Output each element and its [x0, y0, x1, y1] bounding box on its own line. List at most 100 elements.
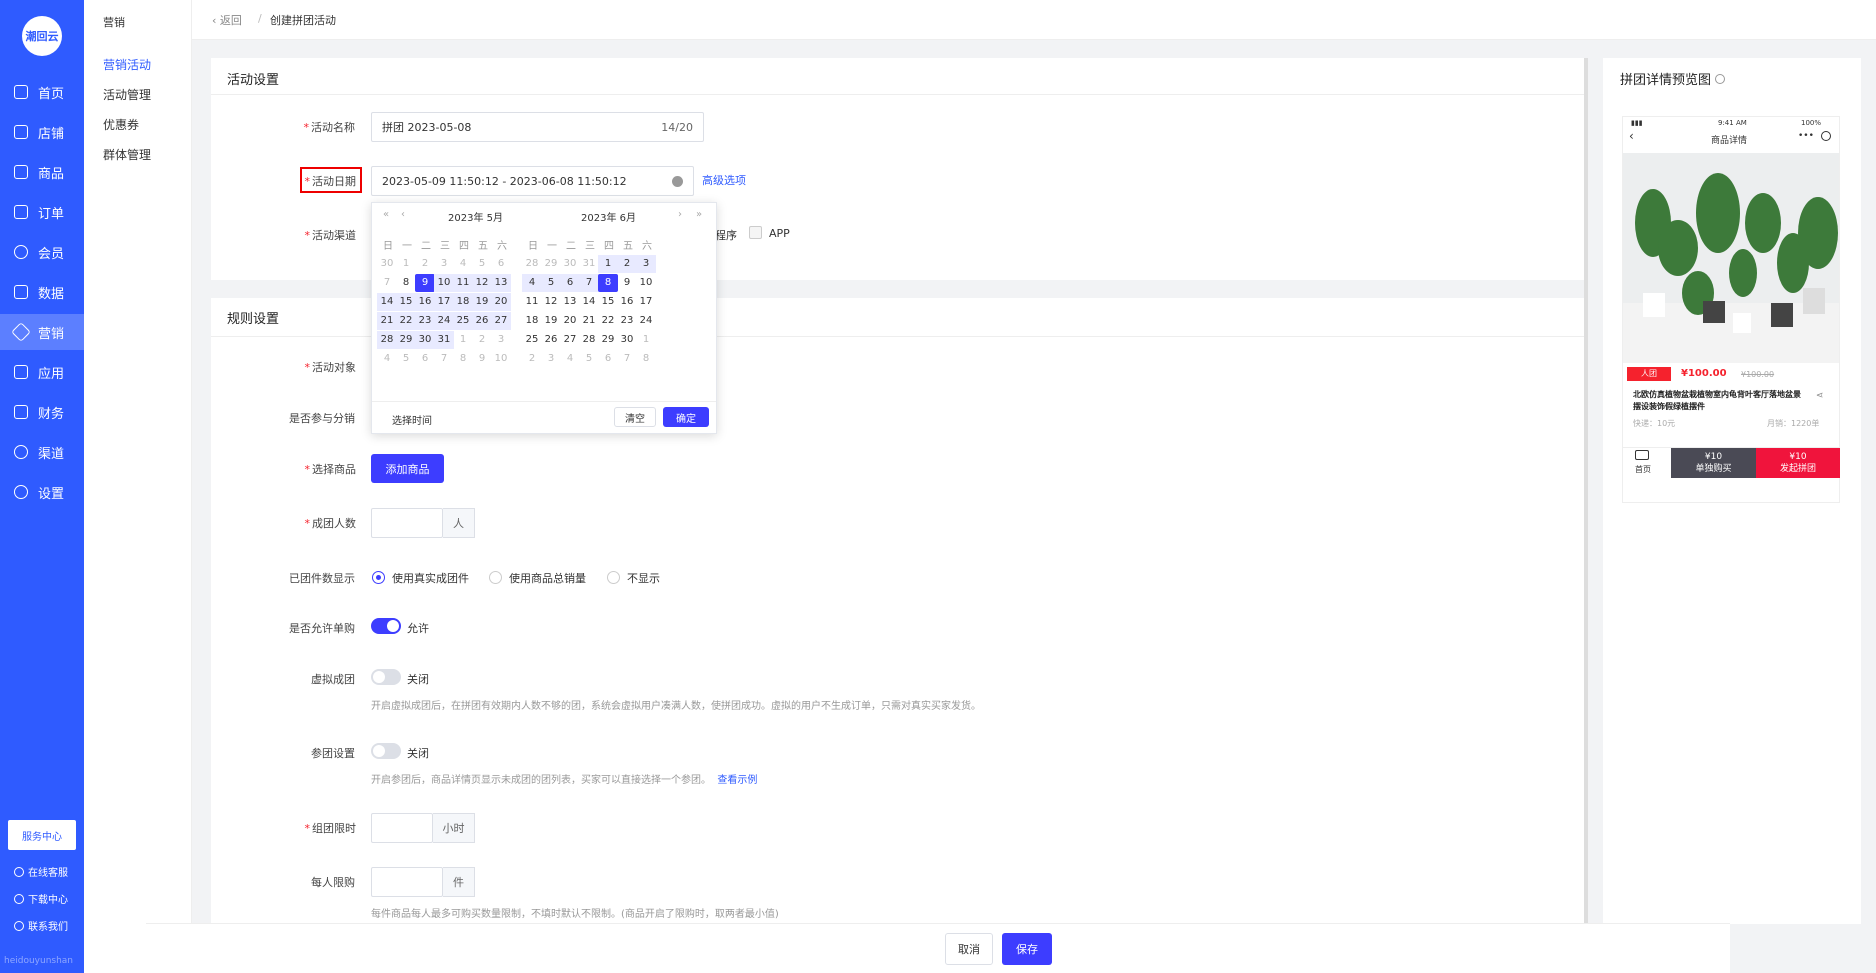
count-hide-radio[interactable] — [607, 571, 620, 584]
clear-icon[interactable] — [672, 175, 683, 187]
subnav-activity-management[interactable]: 活动管理 — [103, 86, 151, 103]
count-real-radio[interactable] — [372, 571, 385, 584]
calendar-day[interactable]: 20 — [560, 312, 580, 330]
calendar-day[interactable]: 10 — [491, 350, 511, 368]
calendar-day[interactable]: 7 — [617, 350, 637, 368]
calendar-day[interactable]: 4 — [377, 350, 397, 368]
calendar-day[interactable]: 5 — [541, 274, 561, 292]
calendar-day[interactable]: 23 — [617, 312, 637, 330]
calendar-day[interactable]: 7 — [579, 274, 599, 292]
calendar-day[interactable]: 3 — [491, 331, 511, 349]
prev-month-button[interactable]: ‹ — [401, 209, 405, 220]
calendar-day[interactable]: 8 — [396, 274, 416, 292]
calendar-day[interactable]: 3 — [541, 350, 561, 368]
calendar-day[interactable]: 20 — [491, 293, 511, 311]
save-button[interactable]: 保存 — [1002, 933, 1052, 965]
subnav-coupons[interactable]: 优惠券 — [103, 116, 139, 133]
calendar-day[interactable]: 25 — [522, 331, 542, 349]
calendar-day[interactable]: 5 — [396, 350, 416, 368]
nav-data[interactable]: 数据 — [0, 274, 84, 310]
back-link[interactable]: ‹ 返回 — [212, 12, 242, 28]
brand-logo[interactable]: 潮回云 — [22, 16, 62, 56]
calendar-day[interactable]: 8 — [598, 274, 618, 292]
calendar-day[interactable]: 22 — [396, 312, 416, 330]
calendar-day[interactable]: 14 — [579, 293, 599, 311]
calendar-day[interactable]: 5 — [472, 255, 492, 273]
calendar-day[interactable]: 2 — [617, 255, 637, 273]
calendar-day[interactable]: 29 — [396, 331, 416, 349]
time-limit-input[interactable] — [371, 813, 433, 843]
nav-store[interactable]: 店铺 — [0, 114, 84, 150]
calendar-day[interactable]: 21 — [579, 312, 599, 330]
calendar-day[interactable]: 6 — [491, 255, 511, 273]
home-label[interactable]: 首页 — [1635, 464, 1651, 475]
calendar-day[interactable]: 9 — [415, 274, 435, 292]
advanced-options-link[interactable]: 高级选项 — [702, 172, 746, 188]
next-month-button[interactable]: › — [678, 209, 682, 220]
calendar-day[interactable]: 17 — [636, 293, 656, 311]
nav-goods[interactable]: 商品 — [0, 154, 84, 190]
start-group-button[interactable]: ¥10 发起拼团 — [1756, 448, 1840, 478]
scrollbar[interactable] — [1584, 58, 1588, 924]
count-sales-radio[interactable] — [489, 571, 502, 584]
calendar-day[interactable]: 2 — [522, 350, 542, 368]
join-group-toggle[interactable] — [371, 743, 401, 759]
calendar-day[interactable]: 22 — [598, 312, 618, 330]
calendar-day[interactable]: 16 — [415, 293, 435, 311]
calendar-day[interactable]: 29 — [598, 331, 618, 349]
calendar-day[interactable]: 3 — [434, 255, 454, 273]
calendar-day[interactable]: 27 — [560, 331, 580, 349]
calendar-day[interactable]: 30 — [560, 255, 580, 273]
nav-finance[interactable]: 财务 — [0, 394, 84, 430]
calendar-day[interactable]: 10 — [434, 274, 454, 292]
calendar-day[interactable]: 21 — [377, 312, 397, 330]
subnav-group-management[interactable]: 群体管理 — [103, 146, 151, 163]
calendar-day[interactable]: 17 — [434, 293, 454, 311]
calendar-day[interactable]: 28 — [522, 255, 542, 273]
calendar-day[interactable]: 26 — [472, 312, 492, 330]
calendar-day[interactable]: 5 — [579, 350, 599, 368]
calendar-day[interactable]: 9 — [472, 350, 492, 368]
calendar-day[interactable]: 24 — [434, 312, 454, 330]
add-goods-button[interactable]: 添加商品 — [371, 454, 444, 483]
calendar-day[interactable]: 2 — [472, 331, 492, 349]
calendar-day[interactable]: 4 — [522, 274, 542, 292]
info-icon[interactable] — [1715, 74, 1726, 84]
group-size-input[interactable] — [371, 508, 443, 538]
calendar-day[interactable]: 2 — [415, 255, 435, 273]
calendar-day[interactable]: 16 — [617, 293, 637, 311]
view-example-link[interactable]: 查看示例 — [717, 775, 757, 786]
calendar-day[interactable]: 15 — [396, 293, 416, 311]
calendar-day[interactable]: 30 — [377, 255, 397, 273]
contact-us-link[interactable]: 联系我们 — [14, 918, 68, 933]
nav-home[interactable]: 首页 — [0, 74, 84, 110]
nav-apps[interactable]: 应用 — [0, 354, 84, 390]
calendar-day[interactable]: 6 — [560, 274, 580, 292]
share-icon[interactable]: ⋖ — [1816, 391, 1824, 401]
calendar-day[interactable]: 4 — [560, 350, 580, 368]
calendar-day[interactable]: 19 — [541, 312, 561, 330]
download-center-link[interactable]: 下载中心 — [14, 891, 68, 906]
subnav-marketing-activities[interactable]: 营销活动 — [103, 56, 151, 73]
calendar-day[interactable]: 7 — [377, 274, 397, 292]
calendar-day[interactable]: 12 — [472, 274, 492, 292]
nav-members[interactable]: 会员 — [0, 234, 84, 270]
calendar-day[interactable]: 19 — [472, 293, 492, 311]
per-limit-input[interactable] — [371, 867, 443, 897]
calendar-day[interactable]: 15 — [598, 293, 618, 311]
calendar-day[interactable]: 18 — [522, 312, 542, 330]
calendar-day[interactable]: 28 — [377, 331, 397, 349]
calendar-day[interactable]: 8 — [453, 350, 473, 368]
calendar-day[interactable]: 30 — [617, 331, 637, 349]
calendar-day[interactable]: 1 — [598, 255, 618, 273]
calendar-day[interactable]: 13 — [491, 274, 511, 292]
calendar-day[interactable]: 11 — [522, 293, 542, 311]
calendar-day[interactable]: 27 — [491, 312, 511, 330]
calendar-day[interactable]: 1 — [453, 331, 473, 349]
buy-alone-button[interactable]: ¥10 单独购买 — [1671, 448, 1756, 478]
cancel-button[interactable]: 取消 — [945, 933, 993, 965]
target-icon[interactable] — [1821, 131, 1831, 141]
online-service-link[interactable]: 在线客服 — [14, 864, 68, 879]
calendar-day[interactable]: 29 — [541, 255, 561, 273]
calendar-day[interactable]: 12 — [541, 293, 561, 311]
